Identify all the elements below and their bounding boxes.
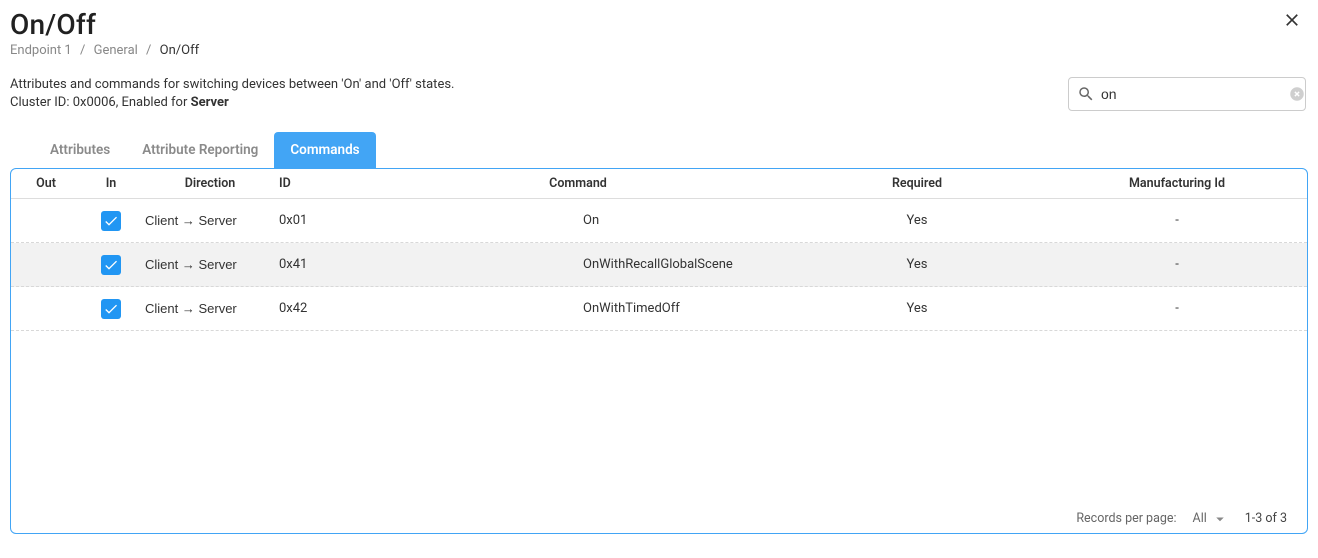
cell-required: Yes xyxy=(787,257,1047,272)
column-header-manufacturing-id[interactable]: Manufacturing Id xyxy=(1047,176,1307,191)
in-checkbox[interactable] xyxy=(101,255,121,275)
cell-id: 0x42 xyxy=(279,301,369,316)
cell-manufacturing-id: - xyxy=(1047,213,1307,228)
cluster-description: Attributes and commands for switching de… xyxy=(10,76,454,112)
clear-search-button[interactable] xyxy=(1288,85,1306,103)
column-header-required[interactable]: Required xyxy=(787,176,1047,191)
tab-attributes[interactable]: Attributes xyxy=(34,132,126,168)
breadcrumb-current: On/Off xyxy=(160,43,199,58)
close-button[interactable] xyxy=(1278,8,1306,35)
table-row: Client → Server 0x42 OnWithTimedOff Yes … xyxy=(11,287,1307,331)
cell-id: 0x01 xyxy=(279,213,369,228)
search-input[interactable] xyxy=(1101,86,1282,102)
search-field[interactable] xyxy=(1068,77,1306,111)
column-header-in[interactable]: In xyxy=(81,176,141,191)
table-header-row: Out In Direction ID Command Required Man… xyxy=(11,169,1307,199)
cell-in xyxy=(81,255,141,275)
breadcrumb-separator: / xyxy=(141,43,156,58)
check-icon xyxy=(103,257,119,273)
page-title: On/Off xyxy=(10,8,96,41)
records-range: 1-3 of 3 xyxy=(1245,511,1287,526)
tab-attribute-reporting[interactable]: Attribute Reporting xyxy=(126,132,274,168)
cell-manufacturing-id: - xyxy=(1047,257,1307,272)
description-line2: Cluster ID: 0x0006, Enabled for Server xyxy=(10,94,454,112)
close-icon xyxy=(1282,10,1302,30)
table-row: Client → Server 0x41 OnWithRecallGlobalS… xyxy=(11,243,1307,287)
cell-manufacturing-id: - xyxy=(1047,301,1307,316)
records-per-page-label: Records per page: xyxy=(1076,511,1176,526)
breadcrumb-general[interactable]: General xyxy=(94,43,138,58)
cell-id: 0x41 xyxy=(279,257,369,272)
in-checkbox[interactable] xyxy=(101,299,121,319)
table-row: Client → Server 0x01 On Yes - xyxy=(11,199,1307,243)
chevron-down-icon xyxy=(1211,510,1229,528)
column-header-direction[interactable]: Direction xyxy=(141,176,279,191)
cell-in xyxy=(81,299,141,319)
in-checkbox[interactable] xyxy=(101,211,121,231)
records-per-page-select[interactable]: All xyxy=(1193,510,1229,528)
records-per-page-value: All xyxy=(1193,511,1207,526)
check-icon xyxy=(103,213,119,229)
column-header-command[interactable]: Command xyxy=(369,176,787,191)
cell-direction: Client → Server xyxy=(141,301,279,316)
table-pager: Records per page: All 1-3 of 3 xyxy=(11,505,1307,533)
cell-in xyxy=(81,211,141,231)
cell-direction: Client → Server xyxy=(141,213,279,228)
column-header-id[interactable]: ID xyxy=(279,176,369,191)
cell-required: Yes xyxy=(787,213,1047,228)
breadcrumb: Endpoint 1 / General / On/Off xyxy=(0,43,1318,58)
cell-command: OnWithRecallGlobalScene xyxy=(369,257,787,272)
column-header-out[interactable]: Out xyxy=(11,176,81,191)
description-line2-prefix: Cluster ID: 0x0006, Enabled for xyxy=(10,95,191,110)
tab-commands[interactable]: Commands xyxy=(274,132,375,168)
cell-required: Yes xyxy=(787,301,1047,316)
tabs: Attributes Attribute Reporting Commands xyxy=(0,114,1318,168)
cell-command: OnWithTimedOff xyxy=(369,301,787,316)
description-line2-strong: Server xyxy=(191,95,229,110)
commands-table: Out In Direction ID Command Required Man… xyxy=(10,168,1308,534)
cell-command: On xyxy=(369,213,787,228)
table-body: Client → Server 0x01 On Yes - Client → S… xyxy=(11,199,1307,505)
description-line1: Attributes and commands for switching de… xyxy=(10,76,454,94)
breadcrumb-separator: / xyxy=(75,43,90,58)
breadcrumb-endpoint[interactable]: Endpoint 1 xyxy=(10,43,72,58)
search-icon xyxy=(1077,85,1095,103)
clear-icon xyxy=(1288,85,1306,103)
cell-direction: Client → Server xyxy=(141,257,279,272)
check-icon xyxy=(103,301,119,317)
